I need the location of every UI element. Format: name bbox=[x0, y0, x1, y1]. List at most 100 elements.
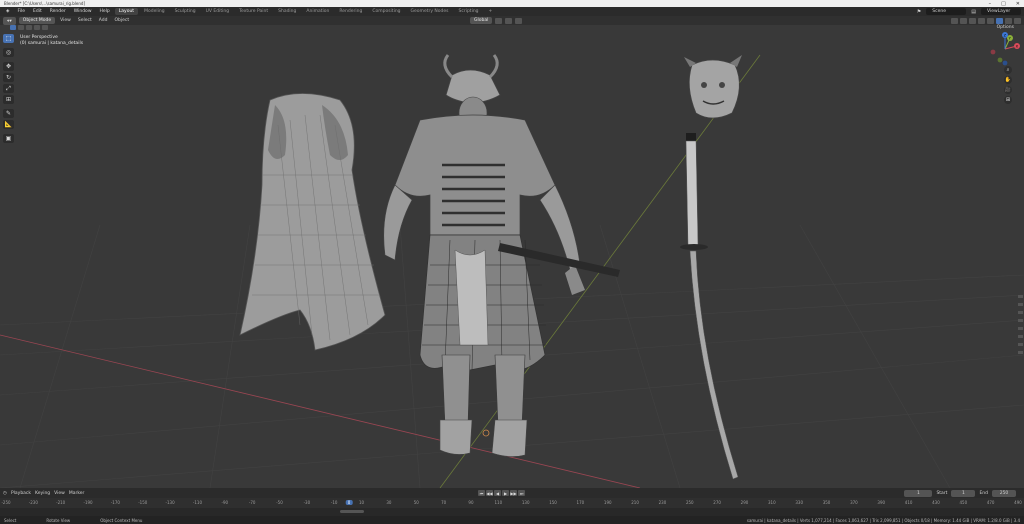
transform-tool[interactable]: ⊞ bbox=[3, 95, 14, 104]
tab-rendering[interactable]: Rendering bbox=[335, 8, 366, 15]
tab-geometry-nodes[interactable]: Geometry Nodes bbox=[407, 8, 453, 15]
wireframe-shading-icon[interactable] bbox=[987, 17, 994, 24]
jump-end-icon[interactable]: ⏭ bbox=[518, 490, 525, 496]
select-box-tool[interactable]: ⬚ bbox=[3, 34, 14, 43]
options-dropdown[interactable]: Options bbox=[997, 25, 1014, 30]
view-layer-selector[interactable]: ViewLayer bbox=[981, 8, 1021, 15]
current-frame-field[interactable]: 1 bbox=[904, 489, 933, 497]
zoom-icon[interactable]: ⌕ bbox=[1004, 66, 1012, 74]
samurai-armor-mesh[interactable] bbox=[383, 54, 620, 457]
ortho-toggle-icon[interactable]: ⊞ bbox=[1004, 96, 1012, 104]
menu-object[interactable]: Object bbox=[112, 18, 131, 23]
timeline-scrollbar[interactable] bbox=[340, 510, 364, 513]
3d-cursor-icon[interactable] bbox=[482, 429, 490, 437]
close-button[interactable]: ✕ bbox=[1016, 1, 1020, 7]
menu-playback[interactable]: Playback bbox=[11, 491, 31, 496]
snap-icon[interactable] bbox=[505, 17, 513, 24]
menu-help[interactable]: Help bbox=[97, 9, 113, 14]
menu-marker[interactable]: Marker bbox=[69, 491, 85, 496]
cape-mesh[interactable] bbox=[239, 93, 386, 351]
move-tool[interactable]: ✥ bbox=[3, 62, 14, 71]
select-mode-intersect-icon[interactable] bbox=[42, 25, 48, 30]
proportional-edit-icon[interactable] bbox=[515, 17, 523, 24]
add-cube-tool[interactable]: ▣ bbox=[3, 134, 14, 143]
menu-add[interactable]: Add bbox=[97, 18, 110, 23]
menu-keying[interactable]: Keying bbox=[35, 491, 50, 496]
editor-type-button[interactable]: ⌖▾ bbox=[3, 16, 16, 25]
tab-layout[interactable]: Layout bbox=[114, 8, 139, 15]
pivot-icon[interactable] bbox=[495, 17, 503, 24]
oni-mask-mesh[interactable] bbox=[684, 55, 742, 119]
ruler-frame-number: -230 bbox=[28, 500, 38, 505]
visibility-icon[interactable] bbox=[951, 17, 958, 24]
menu-file[interactable]: File bbox=[14, 9, 28, 14]
tab-texture-paint[interactable]: Texture Paint bbox=[235, 8, 272, 15]
xray-toggle-icon[interactable] bbox=[978, 17, 985, 24]
menu-timeline-view[interactable]: View bbox=[54, 491, 65, 496]
blender-logo-icon[interactable]: ◈ bbox=[3, 9, 12, 14]
ruler-frame-number: -70 bbox=[248, 500, 256, 505]
3d-viewport[interactable] bbox=[0, 25, 1024, 488]
material-shading-icon[interactable] bbox=[1005, 17, 1012, 24]
tab-sculpting[interactable]: Sculpting bbox=[171, 8, 200, 15]
ruler-frame-number: -50 bbox=[276, 500, 283, 505]
jump-start-icon[interactable]: ⏮ bbox=[478, 490, 485, 496]
gizmo-neg-x-axis[interactable] bbox=[990, 49, 996, 55]
orientation-selector[interactable]: Global bbox=[470, 17, 493, 24]
cursor-tool[interactable]: ◎ bbox=[3, 48, 14, 57]
ruler-frame-number: 230 bbox=[658, 500, 667, 505]
timeline-track[interactable] bbox=[0, 508, 1024, 516]
ruler-frame-number: -110 bbox=[192, 500, 202, 505]
mode-selector[interactable]: Object Mode bbox=[18, 17, 56, 24]
add-workspace-button[interactable]: + bbox=[485, 8, 497, 15]
tab-uv-editing[interactable]: UV Editing bbox=[202, 8, 233, 15]
overlay-toggle-icon[interactable] bbox=[969, 17, 976, 24]
solid-shading-icon[interactable] bbox=[996, 17, 1003, 24]
prev-keyframe-icon[interactable]: ◀◀ bbox=[486, 490, 493, 496]
select-mode-new-icon[interactable] bbox=[10, 25, 16, 30]
tab-animation[interactable]: Animation bbox=[302, 8, 333, 15]
minimize-button[interactable]: – bbox=[989, 1, 992, 7]
top-menubar: ◈ File Edit Render Window Help Layout Mo… bbox=[0, 7, 1024, 16]
tab-shading[interactable]: Shading bbox=[274, 8, 300, 15]
rotate-tool[interactable]: ↻ bbox=[3, 73, 14, 82]
ruler-frame-number: 450 bbox=[959, 500, 968, 505]
play-reverse-icon[interactable]: ◀ bbox=[494, 490, 501, 496]
tab-scripting[interactable]: Scripting bbox=[455, 8, 483, 15]
menu-select[interactable]: Select bbox=[76, 18, 94, 23]
gizmo-neg-y-axis[interactable] bbox=[997, 57, 1003, 63]
ruler-frame-number: -10 bbox=[330, 500, 338, 505]
next-keyframe-icon[interactable]: ▶▶ bbox=[510, 490, 517, 496]
select-mode-extend-icon[interactable] bbox=[18, 25, 24, 30]
select-mode-invert-icon[interactable] bbox=[34, 25, 40, 30]
menu-edit[interactable]: Edit bbox=[30, 9, 45, 14]
annotate-tool[interactable]: ✎ bbox=[3, 109, 14, 118]
gizmo-neg-z-axis[interactable] bbox=[1002, 60, 1008, 66]
scale-tool[interactable]: ⤢ bbox=[3, 84, 14, 93]
menu-view[interactable]: View bbox=[58, 18, 73, 23]
play-icon[interactable]: ▶ bbox=[502, 490, 509, 496]
menu-render[interactable]: Render bbox=[47, 9, 69, 14]
maximize-button[interactable]: □ bbox=[1001, 1, 1006, 7]
tab-compositing[interactable]: Compositing bbox=[368, 8, 404, 15]
end-frame-field[interactable]: 250 bbox=[992, 489, 1016, 497]
scene-selector[interactable]: Scene bbox=[926, 8, 967, 15]
end-label: End bbox=[979, 490, 988, 496]
timeline-editor-icon[interactable]: ◷ bbox=[3, 491, 7, 496]
sidebar-toggle-strip[interactable] bbox=[1018, 295, 1024, 354]
select-mode-subtract-icon[interactable] bbox=[26, 25, 32, 30]
ruler-frame-number: 290 bbox=[740, 500, 749, 505]
menu-window[interactable]: Window bbox=[71, 9, 95, 14]
katana-mesh[interactable] bbox=[680, 133, 739, 480]
rendered-shading-icon[interactable] bbox=[1014, 17, 1021, 24]
measure-tool[interactable]: 📐 bbox=[3, 120, 14, 129]
pan-hand-icon[interactable]: ✋ bbox=[1004, 76, 1012, 84]
current-frame-marker[interactable]: 0 bbox=[345, 500, 353, 505]
navigation-gizmo[interactable]: X Y Z bbox=[988, 32, 1022, 66]
tab-modeling[interactable]: Modeling bbox=[140, 8, 168, 15]
timeline-ruler[interactable]: 0 -250 -230 -210 -190 -170 -150 -130 -110 -90 -70… bbox=[0, 498, 1024, 508]
ruler-frame-number: 190 bbox=[603, 500, 612, 505]
camera-view-icon[interactable]: 🎥 bbox=[1004, 86, 1012, 94]
start-frame-field[interactable]: 1 bbox=[951, 489, 976, 497]
gizmo-toggle-icon[interactable] bbox=[960, 17, 967, 24]
